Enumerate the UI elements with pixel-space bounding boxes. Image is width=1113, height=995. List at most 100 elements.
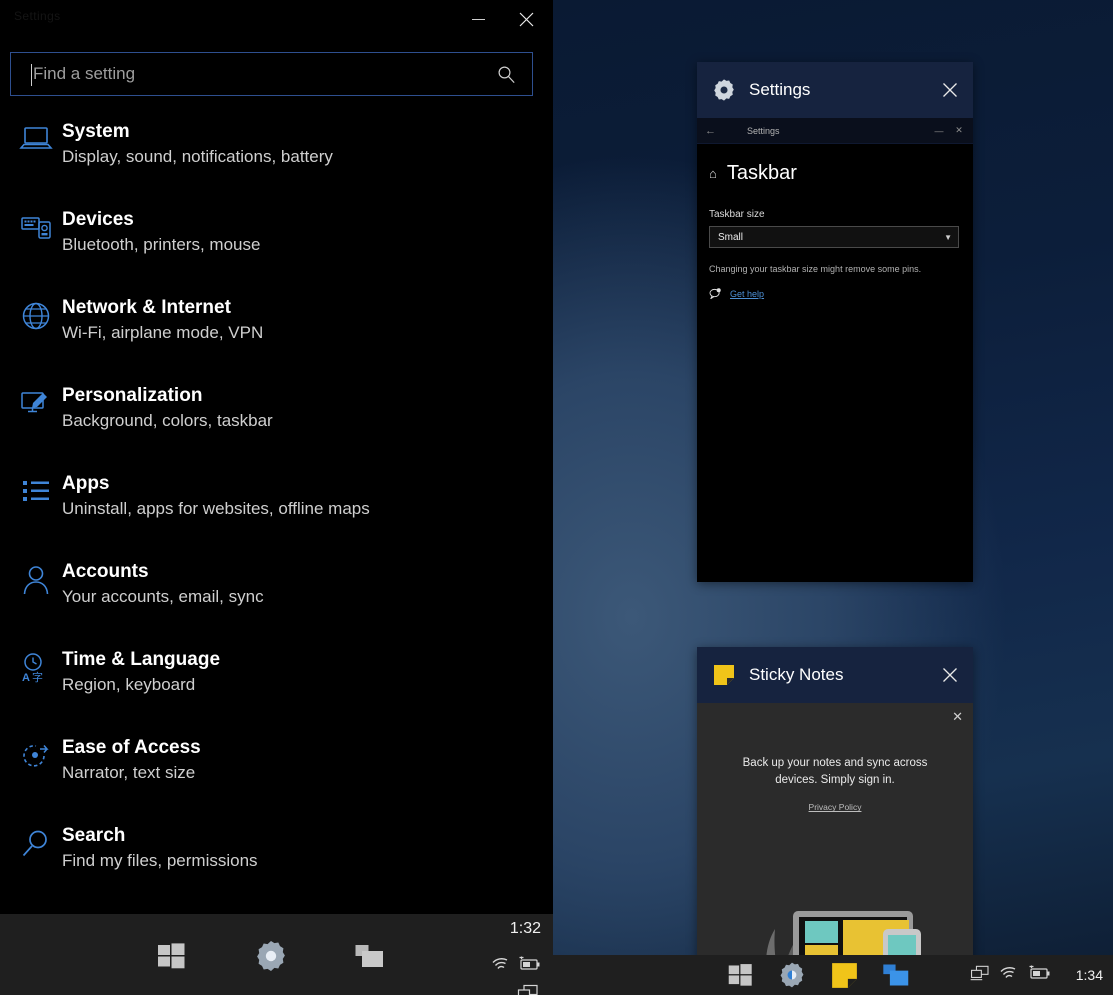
monitor-icon bbox=[10, 118, 62, 162]
home-icon[interactable]: ⌂ bbox=[709, 166, 717, 181]
close-icon[interactable] bbox=[933, 658, 967, 692]
search-box[interactable] bbox=[10, 52, 533, 96]
wifi-icon[interactable] bbox=[491, 956, 510, 976]
sidebar-item-title: Accounts bbox=[62, 560, 264, 584]
search-container bbox=[0, 38, 553, 96]
bottom-taskbar: 1:34 bbox=[553, 955, 1113, 995]
left-taskbar-clock[interactable]: 1:32 bbox=[510, 920, 541, 938]
sidebar-item-system[interactable]: System Display, sound, notifications, ba… bbox=[0, 118, 553, 182]
sidebar-item-text: Time & Language Region, keyboard bbox=[62, 646, 220, 697]
task-view-icon bbox=[354, 942, 386, 970]
applist-icon bbox=[10, 470, 62, 514]
sidebar-item-subtitle: Wi-Fi, airplane mode, VPN bbox=[62, 321, 263, 345]
battery-charging-icon[interactable] bbox=[517, 956, 541, 976]
sidebar-item-text: Personalization Background, colors, task… bbox=[62, 382, 273, 433]
taskbar-size-label: Taskbar size bbox=[709, 209, 959, 220]
task-view-icon bbox=[882, 962, 910, 988]
taskbar-clock[interactable]: 1:34 bbox=[1076, 967, 1103, 983]
sidebar-item-text: Search Find my files, permissions bbox=[62, 822, 258, 873]
sidebar-item-time-language[interactable]: A 字 Time & Language Region, keyboard bbox=[0, 646, 553, 710]
sidebar-item-title: Search bbox=[62, 824, 258, 848]
remote-desktop-icon[interactable] bbox=[970, 965, 990, 986]
sidebar-item-text: Accounts Your accounts, email, sync bbox=[62, 558, 264, 609]
settings-titlebar: Settings bbox=[0, 0, 553, 38]
sidebar-item-title: System bbox=[62, 120, 333, 144]
taskbar-settings-button[interactable] bbox=[777, 960, 807, 990]
left-taskbar-tray bbox=[491, 956, 541, 976]
sidebar-item-devices[interactable]: Devices Bluetooth, printers, mouse bbox=[0, 206, 553, 270]
sidebar-item-subtitle: Background, colors, taskbar bbox=[62, 409, 273, 433]
sidebar-item-personalization[interactable]: Personalization Background, colors, task… bbox=[0, 382, 553, 446]
accessibility-icon bbox=[10, 734, 62, 778]
preview-inner-titlebar: ← Settings — ✕ bbox=[697, 118, 973, 144]
sticky-notes-preview-header: Sticky Notes bbox=[697, 647, 973, 703]
sidebar-item-apps[interactable]: Apps Uninstall, apps for websites, offli… bbox=[0, 470, 553, 534]
dropdown-value: Small bbox=[718, 232, 944, 243]
sidebar-item-ease-of-access[interactable]: Ease of Access Narrator, text size bbox=[0, 734, 553, 798]
person-icon bbox=[10, 558, 62, 602]
settings-preview-card[interactable]: Settings ← Settings — ✕ ⌂ Taskbar Taskba… bbox=[697, 62, 973, 582]
sidebar-item-subtitle: Find my files, permissions bbox=[62, 849, 258, 873]
sidebar-item-text: Ease of Access Narrator, text size bbox=[62, 734, 201, 785]
taskbar-task-view-button[interactable] bbox=[881, 960, 911, 990]
settings-preview-body: ← Settings — ✕ ⌂ Taskbar Taskbar size Sm… bbox=[697, 118, 973, 582]
start-button[interactable] bbox=[725, 960, 755, 990]
sidebar-item-network-internet[interactable]: Network & Internet Wi-Fi, airplane mode,… bbox=[0, 294, 553, 358]
back-arrow-icon[interactable]: ← bbox=[705, 125, 725, 137]
get-help-link[interactable]: Get help bbox=[730, 289, 764, 299]
globe-icon bbox=[10, 294, 62, 338]
battery-charging-icon[interactable] bbox=[1027, 965, 1051, 985]
minimize-icon[interactable]: — bbox=[929, 126, 949, 136]
paintbrush-icon bbox=[10, 382, 62, 426]
sidebar-item-accounts[interactable]: Accounts Your accounts, email, sync bbox=[0, 558, 553, 622]
search-icon[interactable] bbox=[497, 65, 532, 84]
remote-desktop-icon[interactable] bbox=[517, 989, 539, 995]
sidebar-item-subtitle: Narrator, text size bbox=[62, 761, 201, 785]
close-icon[interactable] bbox=[933, 73, 967, 107]
privacy-policy-link[interactable]: Privacy Policy bbox=[697, 802, 973, 812]
search-input[interactable] bbox=[11, 64, 497, 84]
clock-language-icon: A 字 bbox=[10, 646, 62, 690]
gear-icon bbox=[254, 939, 288, 973]
preview-page-content: Taskbar size Small ▼ Changing your taskb… bbox=[697, 185, 973, 299]
close-icon[interactable]: ✕ bbox=[949, 125, 969, 136]
start-button[interactable] bbox=[151, 936, 191, 976]
taskbar-sticky-notes-button[interactable] bbox=[829, 960, 859, 990]
help-bubble-icon bbox=[709, 288, 722, 299]
gear-icon bbox=[711, 77, 737, 103]
taskbar-size-helper-text: Changing your taskbar size might remove … bbox=[709, 264, 959, 274]
taskbar-settings-button[interactable] bbox=[251, 936, 291, 976]
devices-icon bbox=[10, 206, 62, 250]
sidebar-item-subtitle: Bluetooth, printers, mouse bbox=[62, 233, 260, 257]
close-icon bbox=[519, 12, 534, 27]
sticky-notes-preview-card[interactable]: Sticky Notes ✕ Back up your notes and sy… bbox=[697, 647, 973, 995]
gear-icon bbox=[778, 961, 806, 989]
sidebar-item-title: Personalization bbox=[62, 384, 273, 408]
windows-logo-icon bbox=[156, 941, 186, 971]
close-button[interactable] bbox=[503, 0, 549, 38]
sidebar-item-text: System Display, sound, notifications, ba… bbox=[62, 118, 333, 169]
sidebar-item-subtitle: Display, sound, notifications, battery bbox=[62, 145, 333, 169]
settings-window-title: Settings bbox=[14, 9, 61, 23]
left-taskbar-remote-tray bbox=[517, 984, 539, 995]
sticky-notes-signin-message: Back up your notes and sync across devic… bbox=[697, 703, 973, 788]
minimize-button[interactable] bbox=[455, 0, 501, 38]
system-tray bbox=[970, 965, 1051, 986]
sidebar-item-title: Apps bbox=[62, 472, 370, 496]
settings-window: Settings bbox=[0, 0, 553, 914]
taskbar-size-dropdown[interactable]: Small ▼ bbox=[709, 226, 959, 248]
dismiss-icon[interactable]: ✕ bbox=[952, 709, 963, 725]
sidebar-item-text: Devices Bluetooth, printers, mouse bbox=[62, 206, 260, 257]
get-help-row[interactable]: Get help bbox=[709, 288, 959, 299]
minimize-icon bbox=[472, 19, 485, 20]
sidebar-item-search[interactable]: Search Find my files, permissions bbox=[0, 822, 553, 886]
settings-category-list: System Display, sound, notifications, ba… bbox=[0, 118, 553, 886]
sidebar-item-text: Network & Internet Wi-Fi, airplane mode,… bbox=[62, 294, 263, 345]
magnifier-icon bbox=[10, 822, 62, 866]
sidebar-item-title: Time & Language bbox=[62, 648, 220, 672]
svg-text:字: 字 bbox=[32, 670, 43, 684]
preview-page-header: ⌂ Taskbar bbox=[697, 144, 973, 185]
task-view-button[interactable] bbox=[350, 936, 390, 976]
wifi-icon[interactable] bbox=[999, 965, 1018, 985]
page-title: Taskbar bbox=[727, 162, 797, 185]
